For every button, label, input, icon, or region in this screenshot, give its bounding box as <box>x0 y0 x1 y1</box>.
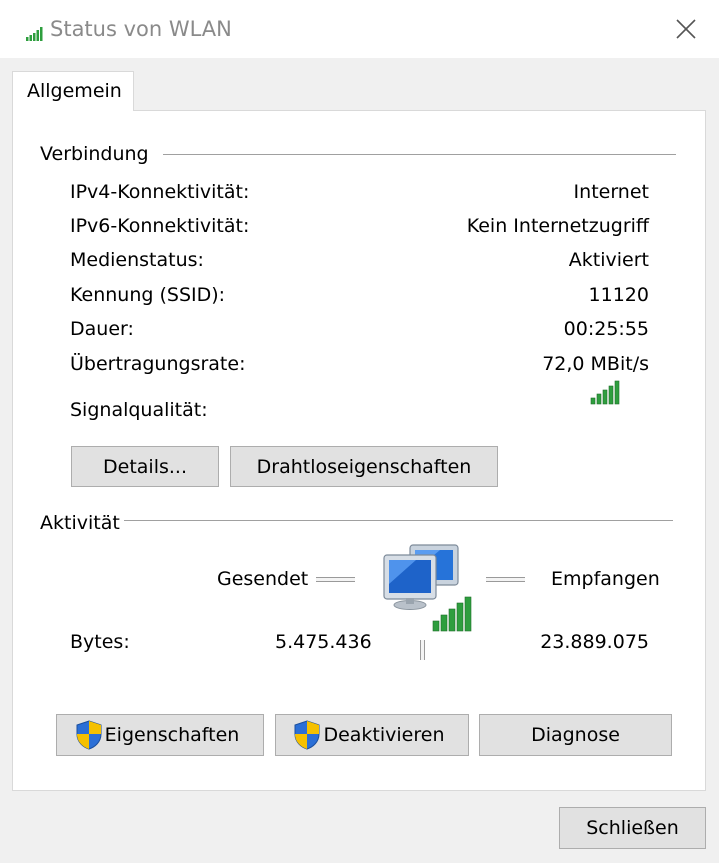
speed-label: Übertragungsrate: <box>70 353 246 375</box>
ipv6-value: Kein Internetzugriff <box>466 215 649 237</box>
uac-shield-icon <box>294 720 320 750</box>
close-dialog-button[interactable]: Schließen <box>559 807 706 849</box>
ssid-value: 11120 <box>588 284 649 306</box>
connection-group-divider <box>163 154 676 155</box>
sent-label: Gesendet <box>217 568 309 590</box>
signal-quality-icon <box>590 380 620 405</box>
close-dialog-button-label: Schließen <box>586 817 679 839</box>
connection-group-label: Verbindung <box>40 143 149 165</box>
ipv4-value: Internet <box>573 181 649 203</box>
window-title: Status von WLAN <box>50 17 232 41</box>
details-button[interactable]: Details... <box>71 446 219 487</box>
wireless-properties-button-label: Drahtloseigenschaften <box>256 455 472 478</box>
activity-group-divider <box>124 520 673 521</box>
activity-separator <box>420 640 425 660</box>
sent-line <box>316 577 355 582</box>
signal-bars-icon <box>26 27 43 41</box>
speed-value: 72,0 MBit/s <box>542 353 649 375</box>
status-dialog: Status von WLAN Allgemein Verbindung IPv… <box>0 0 719 863</box>
details-button-label: Details... <box>103 455 187 478</box>
received-line <box>486 577 525 582</box>
tab-label: Allgemein <box>27 80 122 102</box>
ipv4-label: IPv4-Konnektivität: <box>70 181 250 203</box>
activity-group-label: Aktivität <box>40 512 120 534</box>
uac-shield-icon <box>76 720 102 750</box>
diagnose-button[interactable]: Diagnose <box>479 714 672 756</box>
properties-button-label: Eigenschaften <box>104 724 240 746</box>
duration-label: Dauer: <box>70 318 134 340</box>
title-bar: Status von WLAN <box>0 0 719 58</box>
bytes-sent-value: 5.475.436 <box>275 631 372 653</box>
network-computers-icon <box>383 544 472 632</box>
disable-button[interactable]: Deaktivieren <box>275 714 469 756</box>
bytes-label: Bytes: <box>70 631 130 653</box>
close-icon <box>676 19 696 39</box>
media-status-label: Medienstatus: <box>70 249 204 271</box>
ssid-label: Kennung (SSID): <box>70 284 226 306</box>
ipv6-label: IPv6-Konnektivität: <box>70 215 250 237</box>
bytes-received-value: 23.889.075 <box>540 631 649 653</box>
disable-button-label: Deaktivieren <box>323 724 445 746</box>
tab-allgemein[interactable]: Allgemein <box>12 71 134 111</box>
close-button[interactable] <box>666 10 706 48</box>
media-status-value: Aktiviert <box>568 249 649 271</box>
received-label: Empfangen <box>551 568 660 590</box>
diagnose-button-label: Diagnose <box>531 724 620 746</box>
signal-quality-label: Signalqualität: <box>70 399 208 421</box>
wireless-properties-button[interactable]: Drahtloseigenschaften <box>230 446 498 487</box>
duration-value: 00:25:55 <box>563 318 649 340</box>
properties-button[interactable]: Eigenschaften <box>56 714 264 756</box>
